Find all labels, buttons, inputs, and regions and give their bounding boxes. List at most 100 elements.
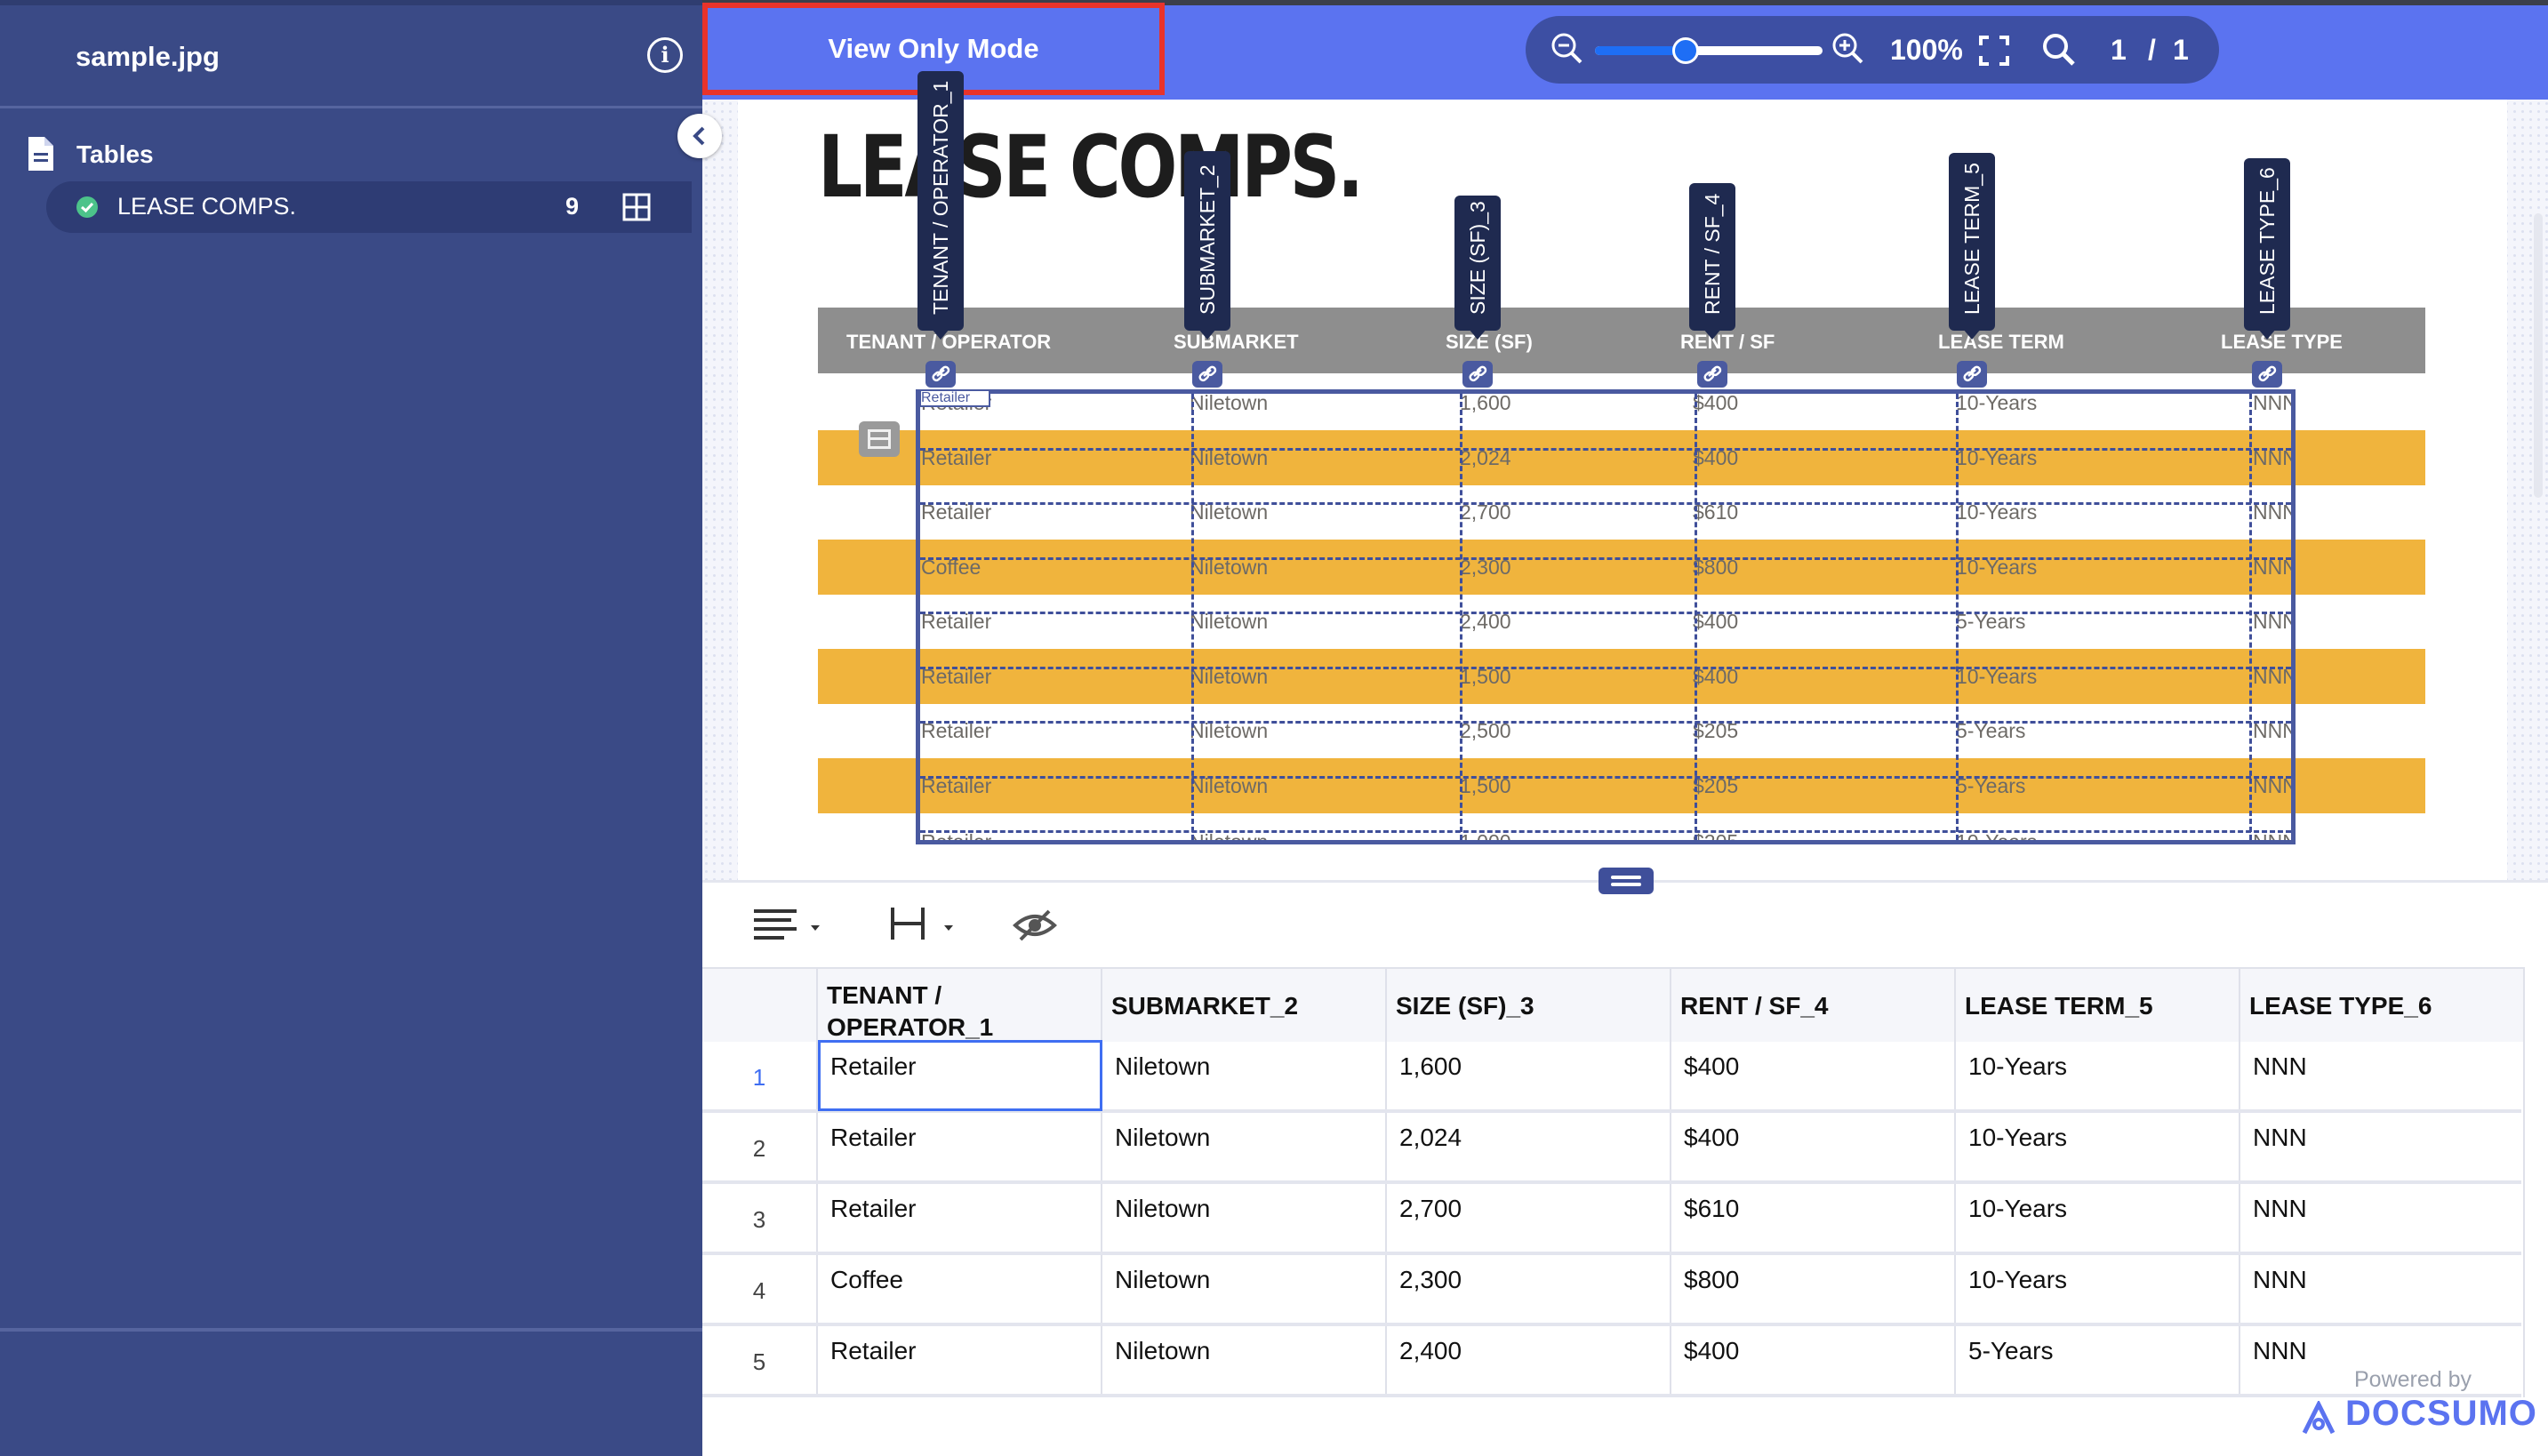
table-item-label: LEASE COMPS. — [117, 193, 297, 220]
grid-cell[interactable]: 5-Years — [1956, 1326, 2240, 1397]
column-width-dropdown[interactable] — [885, 900, 971, 950]
document-scrollbar[interactable] — [2534, 213, 2543, 498]
zoom-slider-thumb[interactable] — [1672, 37, 1700, 64]
grid-cell[interactable]: $400 — [1671, 1042, 1956, 1113]
column-tag-pointer — [1963, 329, 1981, 340]
grid-cell[interactable]: $610 — [1671, 1184, 1956, 1255]
grid-row-number[interactable]: 3 — [702, 1184, 818, 1255]
grid-row-number[interactable]: 2 — [702, 1113, 818, 1184]
grid-cell[interactable]: Retailer — [818, 1184, 1102, 1255]
docsumo-logo-icon — [2302, 1401, 2336, 1435]
link-icon[interactable] — [1697, 361, 1727, 388]
grid-cell[interactable]: Niletown — [1102, 1326, 1387, 1397]
grid-cell[interactable]: $800 — [1671, 1255, 1956, 1326]
link-icon[interactable] — [1957, 361, 1987, 388]
document-title: LEASE COMPS. — [818, 117, 1364, 217]
active-cell-highlight[interactable] — [818, 1040, 1102, 1111]
zoom-slider[interactable] — [1595, 37, 1823, 64]
grid-cell[interactable]: 10-Years — [1956, 1184, 2240, 1255]
row-separator[interactable] — [920, 556, 2291, 560]
grid-cell[interactable]: 10-Years — [1956, 1042, 2240, 1113]
column-tag[interactable]: TENANT / OPERATOR_1 — [917, 71, 964, 340]
link-icon[interactable] — [1192, 361, 1222, 388]
grid-column-header[interactable]: RENT / SF_4 — [1671, 967, 1956, 1042]
row-separator[interactable] — [920, 721, 2291, 724]
column-tag-label: SIZE (SF)_3 — [1466, 201, 1489, 315]
doc-header-size: SIZE (SF) — [1446, 331, 1533, 353]
grid-cell[interactable]: Retailer — [818, 1113, 1102, 1184]
doc-header-rent: RENT / SF — [1680, 331, 1775, 353]
column-tag[interactable]: SIZE (SF)_3 — [1454, 196, 1501, 340]
column-tag[interactable]: SUBMARKET_2 — [1184, 151, 1230, 340]
grid-cell[interactable]: 2,300 — [1387, 1255, 1671, 1326]
grid-cell[interactable]: NNN — [2240, 1113, 2525, 1184]
row-separator[interactable] — [920, 447, 2291, 451]
column-tag-label: SUBMARKET_2 — [1196, 164, 1219, 315]
column-separator[interactable] — [1695, 394, 1697, 840]
grid-cell[interactable]: 2,400 — [1387, 1326, 1671, 1397]
row-toggle-icon[interactable] — [859, 421, 900, 457]
zoom-in-icon[interactable] — [1831, 32, 1865, 68]
hide-eye-icon[interactable] — [1010, 900, 1060, 950]
grid-cell[interactable]: NNN — [2240, 1184, 2525, 1255]
grid-row-number[interactable]: 1 — [702, 1042, 818, 1113]
fullscreen-icon[interactable] — [1979, 36, 2009, 66]
page-current[interactable]: 1 — [2111, 34, 2127, 67]
grid-row-number[interactable]: 5 — [702, 1326, 818, 1397]
viewer-controls: 100% 1 / 1 — [1526, 16, 2219, 84]
grid-column-header[interactable]: TENANT / OPERATOR_1 — [818, 967, 1102, 1042]
link-icon[interactable] — [1462, 361, 1493, 388]
doc-header-lease-term: LEASE TERM — [1938, 331, 2064, 353]
search-icon[interactable] — [2041, 32, 2077, 68]
grid-cell[interactable]: 10-Years — [1956, 1113, 2240, 1184]
row-separator[interactable] — [920, 666, 2291, 669]
row-separator[interactable] — [920, 612, 2291, 614]
grid-corner-cell — [702, 967, 818, 1042]
row-separator[interactable] — [920, 830, 2291, 833]
page-total: 1 — [2173, 34, 2189, 66]
grid-cell[interactable]: 2,700 — [1387, 1184, 1671, 1255]
collapse-sidebar-button[interactable] — [677, 114, 722, 158]
grid-cell[interactable]: $400 — [1671, 1113, 1956, 1184]
column-separator[interactable] — [1956, 394, 1959, 840]
row-separator[interactable] — [920, 502, 2291, 505]
grid-cell[interactable]: Niletown — [1102, 1255, 1387, 1326]
grid-cell[interactable]: Niletown — [1102, 1113, 1387, 1184]
grid-column-header[interactable]: LEASE TERM_5 — [1956, 967, 2240, 1042]
grid-cell[interactable]: Niletown — [1102, 1184, 1387, 1255]
table-grid-icon[interactable] — [622, 193, 651, 221]
column-tag[interactable]: RENT / SF_4 — [1689, 183, 1735, 340]
check-circle-icon — [76, 196, 98, 218]
grid-cell[interactable]: $400 — [1671, 1326, 1956, 1397]
doc-header-submarket: SUBMARKET — [1174, 331, 1299, 353]
grid-row-border — [702, 1394, 2521, 1397]
text-align-dropdown[interactable] — [749, 900, 834, 950]
grid-column-header[interactable]: SUBMARKET_2 — [1102, 967, 1387, 1042]
grid-cell[interactable]: 2,024 — [1387, 1113, 1671, 1184]
tables-section-label: Tables — [76, 140, 154, 168]
grid-cell[interactable]: 1,600 — [1387, 1042, 1671, 1113]
grid-cell[interactable]: NNN — [2240, 1255, 2525, 1326]
grid-column-header[interactable]: SIZE (SF)_3 — [1387, 967, 1671, 1042]
info-icon[interactable]: i — [647, 37, 683, 73]
column-tag[interactable]: LEASE TYPE_6 — [2244, 158, 2290, 340]
link-icon[interactable] — [925, 361, 956, 388]
sidebar-item-lease-comps[interactable]: LEASE COMPS. 9 — [46, 181, 692, 233]
grid-column-header[interactable]: LEASE TYPE_6 — [2240, 967, 2525, 1042]
grid-cell[interactable]: Niletown — [1102, 1042, 1387, 1113]
column-tag-pointer — [1703, 329, 1721, 340]
column-tag-pointer — [1469, 329, 1486, 340]
column-tag[interactable]: LEASE TERM_5 — [1949, 153, 1995, 340]
grid-cell[interactable]: NNN — [2240, 1042, 2525, 1113]
column-separator[interactable] — [1191, 394, 1194, 840]
grid-row-number[interactable]: 4 — [702, 1255, 818, 1326]
column-separator[interactable] — [2249, 394, 2252, 840]
column-separator[interactable] — [1460, 394, 1462, 840]
grid-cell[interactable]: Coffee — [818, 1255, 1102, 1326]
panel-resize-handle[interactable] — [1599, 868, 1654, 894]
link-icon[interactable] — [2252, 361, 2282, 388]
zoom-out-icon[interactable] — [1550, 32, 1584, 68]
grid-cell[interactable]: Retailer — [818, 1326, 1102, 1397]
row-separator[interactable] — [920, 775, 2291, 779]
grid-cell[interactable]: 10-Years — [1956, 1255, 2240, 1326]
